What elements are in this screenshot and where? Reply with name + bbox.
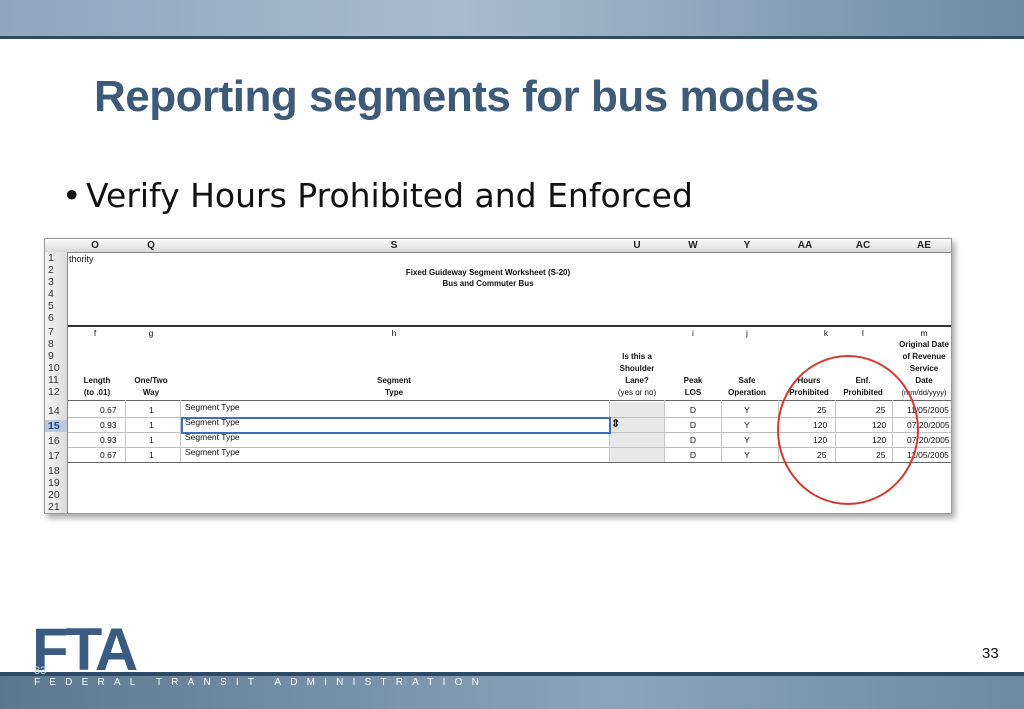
header-date-4: Date <box>915 376 933 385</box>
peak-cell[interactable]: D <box>690 450 696 461</box>
way-cell[interactable]: 1 <box>149 435 154 446</box>
length-cell[interactable]: 0.67 <box>100 405 117 416</box>
row-number[interactable]: 5 <box>48 300 54 312</box>
row-number[interactable]: 14 <box>48 405 60 417</box>
row-header-bar: 1 2 3 4 5 6 7 8 9 10 11 12 14 15 16 17 1… <box>45 252 68 513</box>
peak-cell[interactable]: D <box>690 435 696 446</box>
row-number[interactable]: 6 <box>48 312 54 324</box>
bullet-icon: • <box>62 176 82 215</box>
fta-logo: FTA <box>32 616 138 683</box>
dropdown-arrow-icon[interactable]: ⇕ <box>611 419 620 430</box>
segment-cell[interactable]: Segment Type <box>185 402 240 413</box>
column-header-ac[interactable]: AC <box>856 240 870 251</box>
highlight-circle <box>777 355 919 505</box>
top-rule <box>0 36 1024 39</box>
segment-cell[interactable]: Segment Type <box>185 417 240 428</box>
row-number[interactable]: 21 <box>48 501 60 513</box>
header-shoulder-2: Shoulder <box>619 364 655 373</box>
length-cell[interactable]: 0.93 <box>100 420 117 431</box>
column-header-s[interactable]: S <box>391 240 398 251</box>
column-header-bar: O Q S U W Y AA AC AE <box>45 239 951 253</box>
column-letter: i <box>692 328 694 338</box>
segment-cell[interactable]: Segment Type <box>185 432 240 443</box>
slide-title: Reporting segments for bus modes <box>94 72 819 121</box>
row-number[interactable]: 10 <box>48 362 60 374</box>
safe-cell[interactable]: Y <box>744 450 750 461</box>
grid-line <box>125 400 126 462</box>
worksheet-subtitle: Bus and Commuter Bus <box>442 279 534 288</box>
row-number[interactable]: 16 <box>48 435 60 447</box>
column-letter: g <box>148 328 154 338</box>
header-date-3: Service <box>909 364 939 373</box>
way-cell[interactable]: 1 <box>149 420 154 431</box>
header-separator <box>68 325 951 327</box>
safe-cell[interactable]: Y <box>744 405 750 416</box>
row-number[interactable]: 12 <box>48 386 60 398</box>
header-way-2: Way <box>142 388 160 397</box>
row-number[interactable]: 18 <box>48 465 60 477</box>
header-length-unit: (to .01) <box>83 388 111 397</box>
ghost-page-number: 33 <box>34 665 47 677</box>
segment-cell[interactable]: Segment Type <box>185 447 240 458</box>
header-peak: Peak <box>683 376 703 385</box>
page-number: 33 <box>982 645 999 662</box>
column-letter: f <box>93 328 97 338</box>
column-letter: l <box>862 328 864 338</box>
way-cell[interactable]: 1 <box>149 405 154 416</box>
row-number[interactable]: 11 <box>48 374 59 386</box>
header-date-1: Original Date <box>899 340 949 349</box>
header-segment-type: Type <box>384 388 404 397</box>
row-number[interactable]: 19 <box>48 477 60 489</box>
row-number[interactable]: 8 <box>48 338 54 350</box>
footer-agency-name: FEDERAL TRANSIT ADMINISTRATION <box>34 677 488 688</box>
row-number[interactable]: 4 <box>48 288 54 300</box>
header-segment: Segment <box>377 376 411 385</box>
top-banner <box>0 0 1024 36</box>
peak-cell[interactable]: D <box>690 420 696 431</box>
length-cell[interactable]: 0.67 <box>100 450 117 461</box>
column-header-w[interactable]: W <box>688 240 697 251</box>
worksheet-title: Fixed Guideway Segment Worksheet (S-20) <box>405 268 571 277</box>
column-header-u[interactable]: U <box>633 240 640 251</box>
header-shoulder-3: Lane? <box>625 376 649 385</box>
header-length: Length <box>83 376 111 385</box>
header-safe-2: Operation <box>728 388 766 397</box>
row-number[interactable]: 7 <box>48 326 54 338</box>
column-header-o[interactable]: O <box>91 240 99 251</box>
way-cell[interactable]: 1 <box>149 450 154 461</box>
row-number[interactable]: 17 <box>48 450 60 462</box>
column-header-q[interactable]: Q <box>147 240 155 251</box>
peak-cell[interactable]: D <box>690 405 696 416</box>
column-letter: k <box>823 328 829 338</box>
row-number[interactable]: 1 <box>48 252 54 264</box>
header-peak-2: LOS <box>684 388 702 397</box>
grid-line <box>721 400 722 462</box>
row-number[interactable]: 3 <box>48 276 54 288</box>
column-header-ae[interactable]: AE <box>917 240 931 251</box>
bullet-text: Verify Hours Prohibited and Enforced <box>86 176 693 215</box>
header-way: One/Two <box>134 376 168 385</box>
header-date-2: of Revenue <box>902 352 946 361</box>
row-number[interactable]: 2 <box>48 264 54 276</box>
column-header-aa[interactable]: AA <box>798 240 812 251</box>
row-number[interactable]: 9 <box>48 350 54 362</box>
column-letter: m <box>920 328 928 338</box>
row-number-selected[interactable]: 15 <box>48 420 60 432</box>
row-number[interactable]: 20 <box>48 489 60 501</box>
grid-line <box>664 400 665 462</box>
header-shoulder-1: Is this a <box>622 352 652 361</box>
header-shoulder-4: (yes or no) <box>617 388 657 397</box>
header-safe: Safe <box>738 376 756 385</box>
length-cell[interactable]: 0.93 <box>100 435 117 446</box>
authority-cell[interactable]: thority <box>69 254 94 265</box>
bullet-item: • Verify Hours Prohibited and Enforced <box>62 176 693 215</box>
safe-cell[interactable]: Y <box>744 435 750 446</box>
column-header-y[interactable]: Y <box>744 240 751 251</box>
selected-cell-outline[interactable] <box>181 417 611 434</box>
column-letter: j <box>746 328 748 338</box>
column-letter: h <box>391 328 397 338</box>
safe-cell[interactable]: Y <box>744 420 750 431</box>
